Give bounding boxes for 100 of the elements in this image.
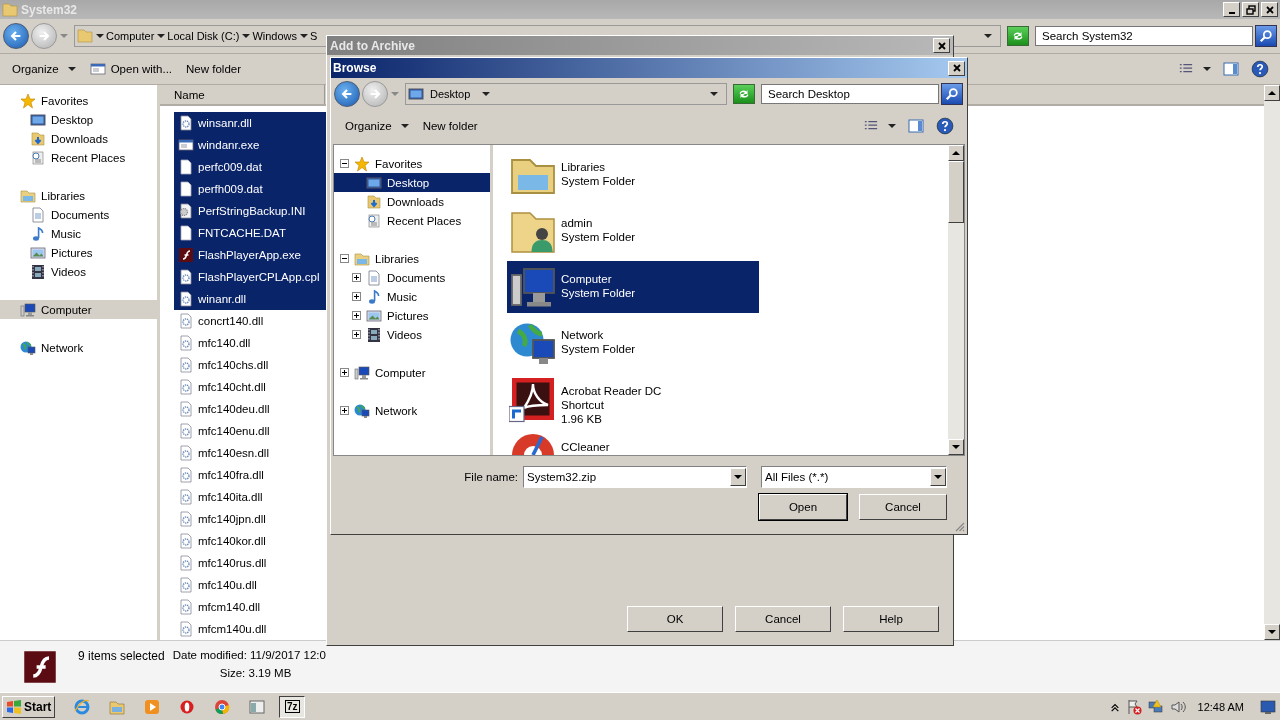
nav-item[interactable]: Music — [0, 224, 157, 243]
search-field[interactable]: Search System32 — [1035, 26, 1253, 46]
tree-item[interactable]: Libraries — [334, 249, 490, 268]
search-field[interactable]: Search Desktop — [761, 84, 939, 104]
location-bar[interactable]: Desktop — [405, 83, 727, 105]
nav-item[interactable]: Network — [0, 338, 157, 357]
expand-toggle[interactable] — [352, 292, 361, 301]
close-button[interactable] — [933, 38, 950, 53]
file-item[interactable]: PerfStringBackup.INI — [174, 200, 328, 222]
expand-toggle[interactable] — [340, 406, 349, 415]
folder-item[interactable]: Acrobat Reader DC Shortcut 1.96 KB — [507, 373, 759, 425]
dialog-button[interactable]: Open — [759, 494, 847, 520]
expand-toggle[interactable] — [352, 311, 361, 320]
tree-item[interactable]: Desktop — [334, 173, 490, 192]
file-item[interactable]: FlashPlayerApp.exe — [174, 244, 328, 266]
dropdown-button[interactable] — [730, 468, 746, 486]
nav-item[interactable]: Desktop — [0, 110, 157, 129]
refresh-button[interactable] — [733, 84, 755, 104]
file-item[interactable]: concrt140.dll — [174, 310, 328, 332]
file-item[interactable]: perfc009.dat — [174, 156, 328, 178]
close-button[interactable] — [948, 60, 965, 76]
file-item[interactable]: winanr.dll — [174, 288, 328, 310]
file-item[interactable]: mfc140rus.dll — [174, 552, 328, 574]
nav-item[interactable]: Videos — [0, 262, 157, 281]
file-name-combo[interactable]: System32.zip — [523, 466, 747, 488]
folder-item[interactable]: Computer System Folder — [507, 261, 759, 313]
close-button[interactable] — [1261, 2, 1278, 17]
back-button[interactable] — [334, 81, 360, 107]
file-item[interactable]: mfc140kor.dll — [174, 530, 328, 552]
expand-toggle[interactable] — [340, 368, 349, 377]
file-item[interactable]: mfc140.dll — [174, 332, 328, 354]
file-item[interactable]: winsanr.dll — [174, 112, 328, 134]
nav-item[interactable]: Documents — [0, 205, 157, 224]
file-item[interactable]: mfc140fra.dll — [174, 464, 328, 486]
scrollbar[interactable] — [948, 145, 964, 455]
dialog-button[interactable]: Help — [843, 606, 939, 632]
scrollbar[interactable] — [1264, 85, 1280, 640]
expand-toggle[interactable] — [352, 330, 361, 339]
file-item[interactable]: mfc140deu.dll — [174, 398, 328, 420]
tree-item[interactable]: Downloads — [334, 192, 490, 211]
nav-item[interactable]: Favorites — [0, 91, 157, 110]
breadcrumb-item[interactable]: Computer — [106, 30, 155, 42]
file-item[interactable]: perfh009.dat — [174, 178, 328, 200]
file-item[interactable]: windanr.exe — [174, 134, 328, 156]
toolbar-button[interactable]: New folder — [416, 117, 484, 135]
file-item[interactable]: mfcm140u.dll — [174, 618, 328, 640]
back-button[interactable] — [3, 23, 29, 49]
tree-item[interactable]: Videos — [334, 325, 490, 344]
toolbar-button[interactable]: New folder — [180, 60, 247, 78]
folder-item[interactable]: admin System Folder — [507, 205, 759, 257]
search-button[interactable] — [941, 83, 963, 105]
file-item[interactable]: mfc140cht.dll — [174, 376, 328, 398]
file-item[interactable]: mfcm140.dll — [174, 596, 328, 618]
organize-menu[interactable]: Organize — [6, 60, 82, 78]
collapse-toggle[interactable] — [340, 254, 349, 263]
forward-button[interactable] — [31, 23, 57, 49]
column-header[interactable]: Name — [160, 85, 325, 104]
taskbar-button[interactable]: 7z — [279, 695, 306, 718]
file-item[interactable]: mfc140enu.dll — [174, 420, 328, 442]
nav-item[interactable]: Libraries — [0, 186, 157, 205]
dialog-button[interactable]: OK — [627, 606, 723, 632]
nav-item[interactable]: Pictures — [0, 243, 157, 262]
folder-item[interactable]: Libraries System Folder — [507, 149, 759, 201]
folder-item[interactable]: Network System Folder — [507, 317, 759, 369]
file-item[interactable]: mfc140u.dll — [174, 574, 328, 596]
tree-item[interactable]: Recent Places — [334, 211, 490, 230]
start-button[interactable]: Start — [2, 695, 56, 718]
search-button[interactable] — [1255, 25, 1277, 47]
tree-item[interactable]: Computer — [334, 363, 490, 382]
nav-item[interactable]: Downloads — [0, 129, 157, 148]
file-type-dropdown[interactable]: All Files (*.*) — [761, 466, 947, 488]
breadcrumb-item[interactable]: Local Disk (C:) — [167, 30, 240, 42]
tree-item[interactable]: Network — [334, 401, 490, 420]
organize-menu[interactable]: Organize — [339, 117, 415, 135]
expand-toggle[interactable] — [352, 273, 361, 282]
refresh-button[interactable] — [1007, 26, 1029, 46]
file-item[interactable]: mfc140ita.dll — [174, 486, 328, 508]
forward-button[interactable] — [362, 81, 388, 107]
collapse-toggle[interactable] — [340, 159, 349, 168]
tree-item[interactable]: Documents — [334, 268, 490, 287]
toolbar-button[interactable]: Open with... — [83, 58, 179, 80]
dialog-button[interactable]: Cancel — [859, 494, 947, 520]
file-item[interactable]: mfc140chs.dll — [174, 354, 328, 376]
breadcrumb-item[interactable]: Desktop — [430, 88, 471, 100]
tree-item[interactable]: Pictures — [334, 306, 490, 325]
breadcrumb-item[interactable]: S — [310, 30, 318, 42]
restore-button[interactable] — [1242, 2, 1259, 17]
tree-item[interactable]: Music — [334, 287, 490, 306]
tree-item[interactable]: Favorites — [334, 154, 490, 173]
breadcrumb-item[interactable]: Windows — [252, 30, 298, 42]
file-item[interactable]: FNTCACHE.DAT — [174, 222, 328, 244]
minimize-button[interactable] — [1223, 2, 1240, 17]
nav-item[interactable]: Recent Places — [0, 148, 157, 167]
folder-item[interactable]: CCleaner — [507, 429, 759, 455]
file-item[interactable]: mfc140esn.dll — [174, 442, 328, 464]
nav-item[interactable]: Computer — [0, 300, 157, 319]
file-item[interactable]: FlashPlayerCPLApp.cpl — [174, 266, 328, 288]
dialog-button[interactable]: Cancel — [735, 606, 831, 632]
file-item[interactable]: mfc140jpn.dll — [174, 508, 328, 530]
file-name-field[interactable]: System32.zip — [524, 471, 730, 483]
